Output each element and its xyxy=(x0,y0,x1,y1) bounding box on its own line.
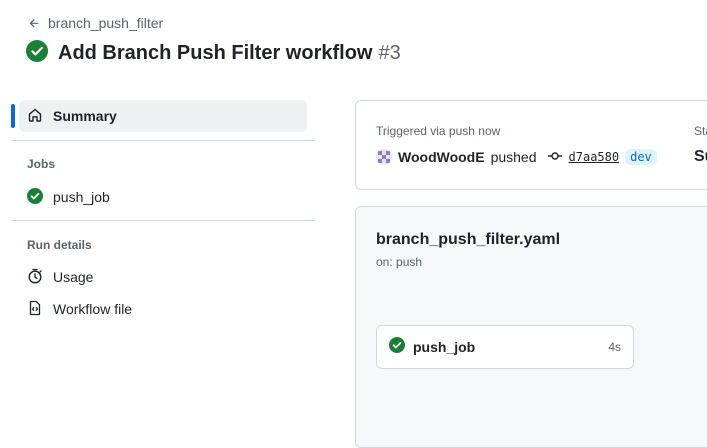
sidebar-item-workflow-file[interactable]: Workflow file xyxy=(19,293,307,325)
active-indicator xyxy=(11,104,15,128)
job-node-push-job[interactable]: push_job 4s xyxy=(376,325,634,369)
run-number: #3 xyxy=(378,41,401,64)
arrow-left-icon xyxy=(28,17,41,30)
job-name: push_job xyxy=(413,339,476,355)
sidebar-item-push-job[interactable]: push_job xyxy=(19,181,307,213)
sidebar-item-summary[interactable]: Summary xyxy=(19,100,307,132)
divider xyxy=(11,220,315,221)
page-title: Add Branch Push Filter workflow #3 xyxy=(26,38,401,68)
back-link[interactable]: branch_push_filter xyxy=(28,14,163,32)
check-circle-fill-icon xyxy=(389,336,405,358)
divider xyxy=(11,140,315,141)
workflow-trigger: on: push xyxy=(376,255,423,269)
run-details-heading: Run details xyxy=(27,238,92,252)
home-icon xyxy=(27,107,43,126)
workflow-file-name: branch_push_filter.yaml xyxy=(376,231,561,248)
trigger-details: WoodWoodE pushed d7aa580 dev xyxy=(376,148,657,166)
git-commit-icon xyxy=(547,149,563,165)
check-circle-fill-icon xyxy=(26,39,48,67)
file-code-icon xyxy=(27,300,43,319)
job-duration: 4s xyxy=(608,340,621,354)
sidebar-item-label: Usage xyxy=(53,269,94,285)
sidebar-item-label: Summary xyxy=(53,108,117,124)
workflow-graph-card: branch_push_filter.yaml on: push push_jo… xyxy=(355,206,707,448)
back-link-label: branch_push_filter xyxy=(48,15,164,31)
status-value: Su xyxy=(694,148,707,165)
commit-sha-link[interactable]: d7aa580 xyxy=(569,150,620,164)
actor-link[interactable]: WoodWoodE xyxy=(398,149,485,165)
branch-badge[interactable]: dev xyxy=(625,149,657,165)
sidebar-item-label: push_job xyxy=(53,189,110,205)
check-circle-fill-icon xyxy=(27,187,43,207)
sidebar-item-usage[interactable]: Usage xyxy=(19,261,307,293)
jobs-heading: Jobs xyxy=(27,157,56,171)
avatar[interactable] xyxy=(376,149,392,165)
trigger-label: Triggered via push now xyxy=(376,124,501,138)
status-label: Sta xyxy=(694,124,707,138)
sidebar-item-label: Workflow file xyxy=(53,301,133,317)
stopwatch-icon xyxy=(27,268,43,287)
run-summary-card: Triggered via push now WoodWoodE pushed … xyxy=(355,100,707,190)
run-title: Add Branch Push Filter workflow xyxy=(58,41,373,64)
trigger-action: pushed xyxy=(490,149,537,165)
